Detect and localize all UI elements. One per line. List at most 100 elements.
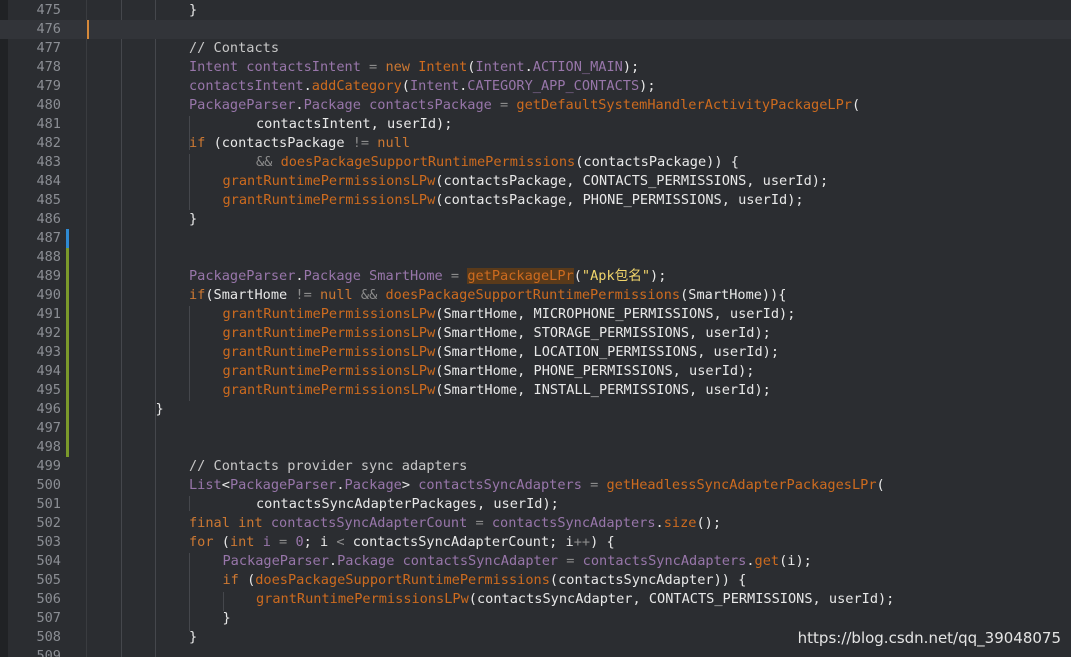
code-line[interactable]: 504 PackageParser.Package contactsSyncAda… <box>0 552 1071 571</box>
code-line[interactable]: 482 if (contactsPackage != null <box>0 134 1071 153</box>
line-number[interactable]: 502 <box>0 514 61 533</box>
code-line[interactable]: 485 grantRuntimePermissionsLPw(contactsPa… <box>0 191 1071 210</box>
code-line[interactable]: 506 grantRuntimePermissionsLPw(contactsSy… <box>0 590 1071 609</box>
vcs-added-marker[interactable] <box>66 324 69 343</box>
code-text[interactable]: && doesPackageSupportRuntimePermissions(… <box>256 153 739 172</box>
code-text[interactable]: PackageParser.Package contactsPackage = … <box>189 96 860 115</box>
code-line[interactable]: 490 if(SmartHome != null && doesPackageSu… <box>0 286 1071 305</box>
code-line[interactable]: 502 final int contactsSyncAdapterCount = … <box>0 514 1071 533</box>
line-number[interactable]: 480 <box>0 96 61 115</box>
code-line[interactable]: 488 <box>0 248 1071 267</box>
line-number[interactable]: 503 <box>0 533 61 552</box>
line-number[interactable]: 495 <box>0 381 61 400</box>
line-number[interactable]: 477 <box>0 39 61 58</box>
line-number[interactable]: 490 <box>0 286 61 305</box>
code-line[interactable]: 507} <box>0 609 1071 628</box>
code-line[interactable]: 477 // Contacts <box>0 39 1071 58</box>
code-line[interactable]: 505 if (doesPackageSupportRuntimePermissi… <box>0 571 1071 590</box>
code-line[interactable]: 492 grantRuntimePermissionsLPw(SmartHome,… <box>0 324 1071 343</box>
code-line[interactable]: 499 // Contacts provider sync adapters <box>0 457 1071 476</box>
code-text[interactable]: } <box>223 609 231 628</box>
code-text[interactable]: } <box>189 210 197 229</box>
code-line[interactable]: 495 grantRuntimePermissionsLPw(SmartHome,… <box>0 381 1071 400</box>
line-number[interactable]: 497 <box>0 419 61 438</box>
line-number[interactable]: 475 <box>0 1 61 20</box>
code-text[interactable]: if (contactsPackage != null <box>189 134 410 153</box>
code-line[interactable]: 496} <box>0 400 1071 419</box>
line-number[interactable]: 486 <box>0 210 61 229</box>
code-line[interactable]: 481 contactsIntent, userId); <box>0 115 1071 134</box>
code-line[interactable]: 484 grantRuntimePermissionsLPw(contactsPa… <box>0 172 1071 191</box>
vcs-added-marker[interactable] <box>66 419 69 438</box>
vcs-added-marker[interactable] <box>66 381 69 400</box>
line-number[interactable]: 505 <box>0 571 61 590</box>
code-editor[interactable]: 475} 476 477// Contacts 478 Intent contactsI… <box>0 0 1071 657</box>
code-line[interactable]: 489 PackageParser.Package SmartHome = get… <box>0 267 1071 286</box>
code-text[interactable]: final int contactsSyncAdapterCount = con… <box>189 514 721 533</box>
code-line[interactable]: 494 grantRuntimePermissionsLPw(SmartHome,… <box>0 362 1071 381</box>
code-line[interactable]: 487 <box>0 229 1071 248</box>
code-line[interactable]: 509 <box>0 647 1071 657</box>
code-text[interactable]: grantRuntimePermissionsLPw(SmartHome, PH… <box>223 362 755 381</box>
code-text[interactable]: for (int i = 0; i < contactsSyncAdapterC… <box>189 533 615 552</box>
line-number[interactable]: 508 <box>0 628 61 647</box>
line-number[interactable]: 478 <box>0 58 61 77</box>
line-number[interactable]: 487 <box>0 229 61 248</box>
line-number[interactable]: 482 <box>0 134 61 153</box>
line-number[interactable]: 496 <box>0 400 61 419</box>
line-number[interactable]: 491 <box>0 305 61 324</box>
line-number[interactable]: 500 <box>0 476 61 495</box>
code-line[interactable]: 503 for (int i = 0; i < contactsSyncAdapt… <box>0 533 1071 552</box>
code-line[interactable]: 501 contactsSyncAdapterPackages, userId); <box>0 495 1071 514</box>
vcs-added-marker[interactable] <box>66 400 69 419</box>
code-text[interactable]: grantRuntimePermissionsLPw(contactsSyncA… <box>256 590 894 609</box>
vcs-modified-marker[interactable] <box>66 229 69 248</box>
code-text[interactable]: // Contacts provider sync adapters <box>189 457 467 476</box>
code-text[interactable]: grantRuntimePermissionsLPw(contactsPacka… <box>223 191 804 210</box>
line-number[interactable]: 507 <box>0 609 61 628</box>
code-text[interactable]: PackageParser.Package contactsSyncAdapte… <box>223 552 812 571</box>
code-text[interactable]: grantRuntimePermissionsLPw(SmartHome, ST… <box>223 324 771 343</box>
code-line[interactable]: 500 List<PackageParser.Package> contactsS… <box>0 476 1071 495</box>
code-text[interactable]: List<PackageParser.Package> contactsSync… <box>189 476 885 495</box>
line-number[interactable]: 506 <box>0 590 61 609</box>
code-line[interactable]: 479 contactsIntent.addCategory(Intent.CAT… <box>0 77 1071 96</box>
line-number[interactable]: 481 <box>0 115 61 134</box>
line-number[interactable]: 494 <box>0 362 61 381</box>
line-number[interactable]: 483 <box>0 153 61 172</box>
vcs-added-marker[interactable] <box>66 286 69 305</box>
code-text[interactable]: grantRuntimePermissionsLPw(SmartHome, MI… <box>223 305 796 324</box>
code-line[interactable]: 480 PackageParser.Package contactsPackage… <box>0 96 1071 115</box>
line-number[interactable]: 509 <box>0 647 61 657</box>
code-text[interactable]: contactsIntent, userId); <box>256 115 452 134</box>
code-text[interactable]: PackageParser.Package SmartHome = getPac… <box>189 267 666 286</box>
line-number[interactable]: 492 <box>0 324 61 343</box>
code-text[interactable]: if(SmartHome != null && doesPackageSuppo… <box>189 286 787 305</box>
code-text[interactable]: contactsSyncAdapterPackages, userId); <box>256 495 559 514</box>
code-text[interactable]: } <box>189 628 197 647</box>
code-text[interactable]: // Contacts <box>189 39 279 58</box>
line-number[interactable]: 501 <box>0 495 61 514</box>
line-number[interactable]: 485 <box>0 191 61 210</box>
code-line[interactable]: 486} <box>0 210 1071 229</box>
code-line[interactable]: 497 <box>0 419 1071 438</box>
line-number[interactable]: 484 <box>0 172 61 191</box>
code-text[interactable]: } <box>156 400 164 419</box>
vcs-added-marker[interactable] <box>66 362 69 381</box>
code-text[interactable]: grantRuntimePermissionsLPw(SmartHome, IN… <box>223 381 771 400</box>
line-number[interactable]: 493 <box>0 343 61 362</box>
code-text[interactable]: contactsIntent.addCategory(Intent.CATEGO… <box>189 77 656 96</box>
code-line[interactable]: 478 Intent contactsIntent = new Intent(In… <box>0 58 1071 77</box>
code-line[interactable]: 475} <box>0 1 1071 20</box>
vcs-added-marker[interactable] <box>66 267 69 286</box>
code-text[interactable]: if (doesPackageSupportRuntimePermissions… <box>223 571 747 590</box>
code-text[interactable]: Intent contactsIntent = new Intent(Inten… <box>189 58 639 77</box>
line-number[interactable]: 504 <box>0 552 61 571</box>
line-number[interactable]: 488 <box>0 248 61 267</box>
line-number[interactable]: 476 <box>0 20 61 39</box>
code-line[interactable]: 493 grantRuntimePermissionsLPw(SmartHome,… <box>0 343 1071 362</box>
code-line[interactable]: 498 <box>0 438 1071 457</box>
vcs-added-marker[interactable] <box>66 248 69 267</box>
line-number[interactable]: 498 <box>0 438 61 457</box>
code-text[interactable]: grantRuntimePermissionsLPw(contactsPacka… <box>223 172 829 191</box>
